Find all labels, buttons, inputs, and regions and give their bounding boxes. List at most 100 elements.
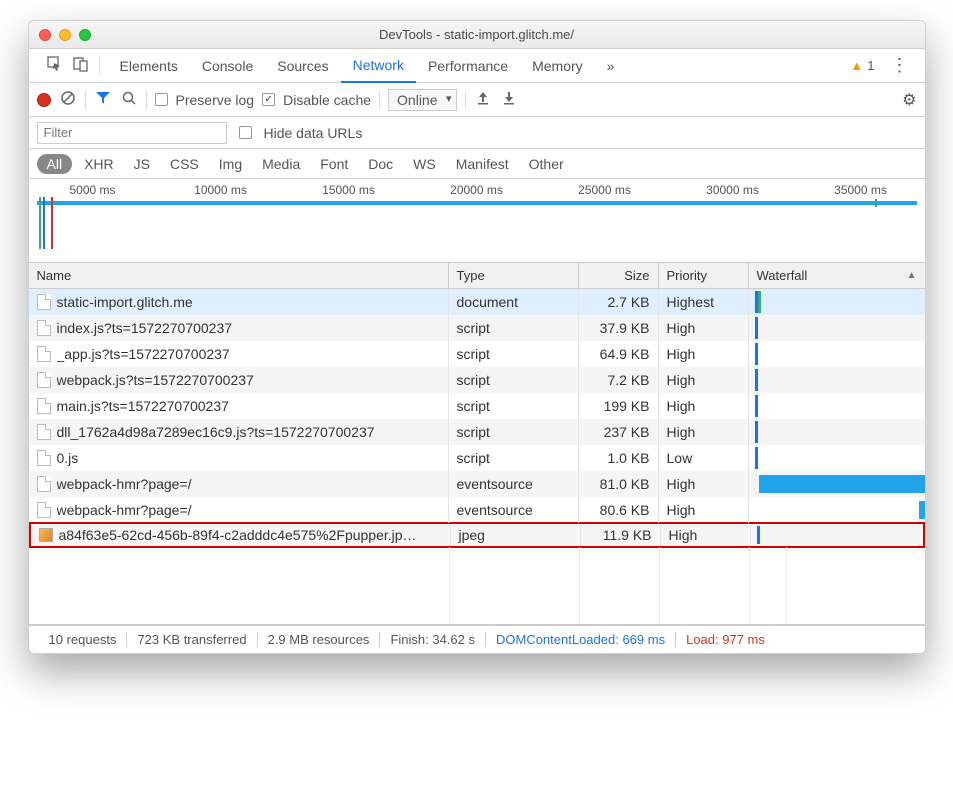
tab-more[interactable]: »	[595, 49, 627, 83]
filter-input[interactable]	[37, 122, 227, 144]
tab-memory[interactable]: Memory	[520, 49, 595, 83]
stat-transferred: 723 KB transferred	[127, 632, 257, 647]
disable-cache-checkbox[interactable]	[262, 93, 275, 106]
file-icon	[39, 528, 53, 542]
request-name: webpack-hmr?page=/	[57, 476, 192, 492]
table-row[interactable]: a84f63e5-62cd-456b-89f4-c2adddc4e575%2Fp…	[29, 522, 925, 548]
request-priority: High	[659, 419, 749, 445]
table-row[interactable]: dll_1762a4d98a7289ec16c9.js?ts=157227070…	[29, 419, 925, 445]
request-name: index.js?ts=1572270700237	[57, 320, 233, 336]
clear-icon[interactable]	[59, 90, 77, 109]
type-js[interactable]: JS	[126, 154, 158, 174]
request-name: 0.js	[57, 450, 79, 466]
type-ws[interactable]: WS	[405, 154, 444, 174]
hide-dataurls-checkbox[interactable]	[239, 126, 252, 139]
col-type[interactable]: Type	[449, 263, 579, 288]
file-icon	[37, 372, 51, 388]
table-row[interactable]: _app.js?ts=1572270700237script64.9 KBHig…	[29, 341, 925, 367]
request-waterfall	[749, 497, 925, 523]
request-size: 11.9 KB	[581, 524, 661, 546]
request-type: script	[449, 315, 579, 341]
inspect-icon[interactable]	[47, 56, 63, 75]
gear-icon[interactable]: ⚙	[902, 90, 916, 110]
table-empty-area	[29, 547, 925, 625]
request-waterfall	[749, 471, 925, 497]
file-icon	[37, 424, 51, 440]
request-type: script	[449, 341, 579, 367]
request-waterfall	[749, 289, 925, 315]
tab-sources[interactable]: Sources	[265, 49, 340, 83]
type-font[interactable]: Font	[312, 154, 356, 174]
request-size: 2.7 KB	[579, 289, 659, 315]
request-name: main.js?ts=1572270700237	[57, 398, 229, 414]
request-name: webpack.js?ts=1572270700237	[57, 372, 254, 388]
request-waterfall	[749, 315, 925, 341]
tab-console[interactable]: Console	[190, 49, 265, 83]
request-name: _app.js?ts=1572270700237	[57, 346, 230, 362]
titlebar: DevTools - static-import.glitch.me/	[29, 21, 925, 49]
table-row[interactable]: webpack-hmr?page=/eventsource80.6 KBHigh	[29, 497, 925, 523]
request-size: 37.9 KB	[579, 315, 659, 341]
disable-cache-label: Disable cache	[283, 92, 371, 108]
request-priority: High	[659, 315, 749, 341]
request-type: jpeg	[451, 524, 581, 546]
col-priority[interactable]: Priority	[659, 263, 749, 288]
filter-icon[interactable]	[94, 90, 112, 109]
request-type: document	[449, 289, 579, 315]
table-row[interactable]: webpack-hmr?page=/eventsource81.0 KBHigh	[29, 471, 925, 497]
record-button[interactable]	[37, 93, 51, 107]
table-row[interactable]: main.js?ts=1572270700237 script199 KBHigh	[29, 393, 925, 419]
request-table: static-import.glitch.medocument2.7 KBHig…	[29, 289, 925, 548]
request-priority: Low	[659, 445, 749, 471]
type-media[interactable]: Media	[254, 154, 308, 174]
type-img[interactable]: Img	[211, 154, 250, 174]
type-all[interactable]: All	[37, 154, 73, 174]
timeline-overview[interactable]: 5000 ms 10000 ms 15000 ms 20000 ms 25000…	[29, 179, 925, 263]
devtools-window: DevTools - static-import.glitch.me/ Elem…	[28, 20, 926, 654]
table-row[interactable]: static-import.glitch.medocument2.7 KBHig…	[29, 289, 925, 315]
type-manifest[interactable]: Manifest	[448, 154, 517, 174]
request-priority: Highest	[659, 289, 749, 315]
tab-network[interactable]: Network	[341, 49, 416, 83]
tab-performance[interactable]: Performance	[416, 49, 520, 83]
window-title: DevTools - static-import.glitch.me/	[29, 27, 925, 42]
search-icon[interactable]	[120, 90, 138, 109]
device-toggle-icon[interactable]	[73, 56, 89, 75]
request-name: webpack-hmr?page=/	[57, 502, 192, 518]
request-type: script	[449, 393, 579, 419]
download-icon[interactable]	[500, 90, 518, 109]
file-icon	[37, 476, 51, 492]
file-icon	[37, 450, 51, 466]
warnings-badge[interactable]: ▲1	[850, 58, 874, 73]
request-size: 1.0 KB	[579, 445, 659, 471]
stat-resources: 2.9 MB resources	[258, 632, 381, 647]
settings-menu-icon[interactable]: ⋮	[883, 55, 917, 76]
request-type: eventsource	[449, 497, 579, 523]
type-other[interactable]: Other	[521, 154, 572, 174]
table-row[interactable]: index.js?ts=1572270700237 script37.9 KBHi…	[29, 315, 925, 341]
type-css[interactable]: CSS	[162, 154, 207, 174]
upload-icon[interactable]	[474, 90, 492, 109]
request-size: 199 KB	[579, 393, 659, 419]
request-waterfall	[749, 445, 925, 471]
throttling-select[interactable]: Online	[388, 89, 456, 111]
type-doc[interactable]: Doc	[360, 154, 401, 174]
file-icon	[37, 398, 51, 414]
col-size[interactable]: Size	[579, 263, 659, 288]
request-type: script	[449, 419, 579, 445]
col-waterfall[interactable]: Waterfall▲	[749, 263, 925, 288]
preserve-log-checkbox[interactable]	[155, 93, 168, 106]
request-waterfall	[751, 524, 923, 546]
tab-elements[interactable]: Elements	[108, 49, 190, 83]
request-priority: High	[659, 393, 749, 419]
request-waterfall	[749, 367, 925, 393]
col-name[interactable]: Name	[29, 263, 449, 288]
table-row[interactable]: webpack.js?ts=1572270700237script7.2 KBH…	[29, 367, 925, 393]
type-xhr[interactable]: XHR	[76, 154, 122, 174]
table-header: Name Type Size Priority Waterfall▲	[29, 263, 925, 289]
table-row[interactable]: 0.jsscript1.0 KBLow	[29, 445, 925, 471]
request-type: script	[449, 367, 579, 393]
request-size: 80.6 KB	[579, 497, 659, 523]
request-waterfall	[749, 393, 925, 419]
file-icon	[37, 294, 51, 310]
